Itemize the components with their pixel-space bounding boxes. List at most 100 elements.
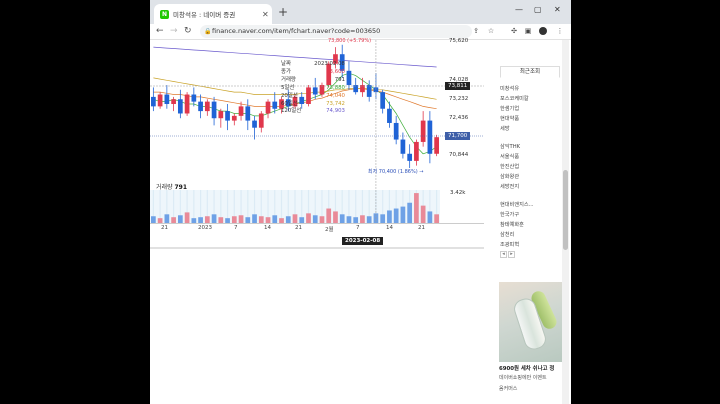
tooltip-row: 20일선 74,040 (281, 93, 345, 101)
volume-bar (414, 193, 419, 223)
volume-bar (312, 215, 318, 223)
ad-image[interactable] (499, 282, 562, 362)
x-tick-label: 2023 (198, 225, 212, 231)
maximize-button[interactable]: ▢ (534, 5, 542, 14)
recent-item[interactable]: 한국가구 (500, 210, 534, 220)
prev-page-button[interactable]: ◂ (500, 251, 507, 258)
page-content: 73,800 (+5.79%) 날짜 2023.02.08 종가 73,600 거래량 7… (150, 38, 571, 404)
minimize-button[interactable]: — (515, 5, 523, 14)
candle-body (231, 115, 237, 121)
volume-bar (225, 218, 230, 223)
volume-bar (265, 217, 271, 223)
candle-body (434, 137, 439, 154)
volume-bar (366, 216, 372, 223)
tooltip-value: 2023.02.08 (314, 61, 345, 67)
bookmark-star-icon[interactable]: ☆ (487, 27, 495, 35)
recent-item[interactable]: 한진산업 (500, 162, 534, 172)
candle-body (265, 101, 271, 114)
tooltip-value: 73,880 (326, 84, 345, 91)
tab-close-icon[interactable]: ✕ (262, 10, 272, 19)
recent-item[interactable]: 조광피혁 (500, 240, 534, 250)
candle-body (171, 99, 176, 104)
tooltip-value: 74,040 (326, 92, 345, 99)
candle-body (427, 120, 433, 154)
tooltip-row: 거래량 791 (281, 77, 345, 85)
next-page-button[interactable]: ▸ (508, 251, 515, 258)
recent-item[interactable]: 현대비앤지스... (500, 200, 534, 210)
current-price-badge: 71,700 (445, 132, 471, 140)
candle-body (245, 106, 251, 121)
recent-item[interactable]: 참테예화훈 (500, 220, 534, 230)
recent-item[interactable]: 현대약품 (500, 114, 534, 124)
naver-favicon-icon: N (160, 9, 169, 19)
candle-body (366, 85, 372, 97)
candle-body (211, 101, 217, 119)
candle-body (204, 101, 210, 112)
x-tick-label: 14 (386, 225, 393, 231)
address-bar[interactable]: 🔒 finance.naver.com/item/fchart.naver?co… (200, 25, 472, 38)
candle-body (238, 106, 244, 116)
tooltip-key: 120일선 (281, 108, 302, 115)
list-gap (500, 134, 534, 142)
recent-item[interactable]: 삼화왕관 (500, 172, 534, 182)
close-window-button[interactable]: ✕ (554, 5, 561, 14)
tab-strip: N 미창석유 : 네이버 증권 ✕ + — ▢ ✕ (150, 0, 571, 24)
ad-title[interactable]: 6900원 세차 쉬나고 정 (499, 364, 564, 372)
x-tick-label: 7 (356, 225, 360, 231)
tooltip-key: 날짜 (281, 61, 291, 67)
recent-item[interactable]: 한샘기업 (500, 104, 534, 114)
volume-bar (393, 208, 399, 223)
volume-bar (380, 214, 386, 223)
back-icon[interactable]: ← (156, 26, 164, 36)
new-tab-button[interactable]: + (278, 6, 288, 18)
volume-bar (387, 210, 392, 223)
x-tick-label: 21 (295, 225, 302, 231)
volume-bar (238, 215, 244, 223)
candle-body (157, 94, 163, 107)
side-panel-icon[interactable]: ▣ (524, 27, 532, 35)
scrollbar-thumb[interactable] (563, 170, 568, 250)
volume-bar (353, 217, 359, 223)
recent-item[interactable]: 미창석유 (500, 84, 534, 94)
ad-brand[interactable]: 옴커머스 (499, 385, 517, 392)
volume-bar (171, 217, 176, 223)
recent-item[interactable]: 삼천리 (500, 230, 534, 240)
recent-item[interactable]: 세방전지 (500, 182, 534, 192)
reload-icon[interactable]: ↻ (184, 26, 192, 36)
menu-kebab-icon[interactable]: ⋮ (556, 27, 564, 35)
volume-bar (407, 202, 413, 223)
profile-avatar[interactable] (539, 27, 547, 35)
volume-bar (434, 214, 439, 223)
volume-bar (258, 216, 264, 223)
share-icon[interactable]: ⇪ (472, 27, 480, 35)
candle-body (218, 111, 224, 119)
recent-item[interactable]: 포스코케미칼 (500, 94, 534, 104)
recent-sidebar: 최근조회 미창석유 포스코케미칼 한샘기업 현대약품 세방삼익THK 서울식품 한진산업 삼화… (494, 40, 571, 404)
x-tick-label: 2월 (325, 227, 334, 233)
volume-bar (184, 212, 190, 223)
lock-icon: 🔒 (204, 28, 212, 35)
tab-title: 미창석유 : 네이버 증권 (173, 11, 236, 19)
recent-item[interactable]: 세방 (500, 124, 534, 134)
recent-item[interactable]: 서울식품 (500, 152, 534, 162)
volume-bar (339, 214, 345, 223)
forward-icon[interactable]: → (170, 26, 178, 36)
stock-chart[interactable]: 73,800 (+5.79%) 날짜 2023.02.08 종가 73,600 거래량 7… (150, 38, 484, 250)
tooltip-value: 73,600 (326, 68, 345, 75)
candle-body (400, 139, 406, 154)
tooltip-key: 종가 (281, 68, 291, 75)
volume-bar (218, 217, 224, 223)
candle-body (191, 94, 197, 102)
candle-body (225, 111, 230, 121)
volume-bar (299, 217, 305, 223)
tab-recent[interactable]: 최근조회 (500, 66, 560, 78)
recent-pager: ◂ ▸ (500, 251, 516, 258)
candle-body (164, 94, 170, 104)
extensions-icon[interactable]: ✣ (510, 27, 518, 35)
ad-subtitle[interactable]: 데이버쇼핑에만 이벤트 (499, 374, 564, 381)
candle-body (380, 92, 386, 109)
recent-item[interactable]: 삼익THK (500, 142, 534, 152)
x-tick-label: 14 (264, 225, 271, 231)
browser-tab[interactable]: N 미창석유 : 네이버 증권 ✕ (154, 4, 272, 24)
volume-bar (164, 214, 170, 223)
